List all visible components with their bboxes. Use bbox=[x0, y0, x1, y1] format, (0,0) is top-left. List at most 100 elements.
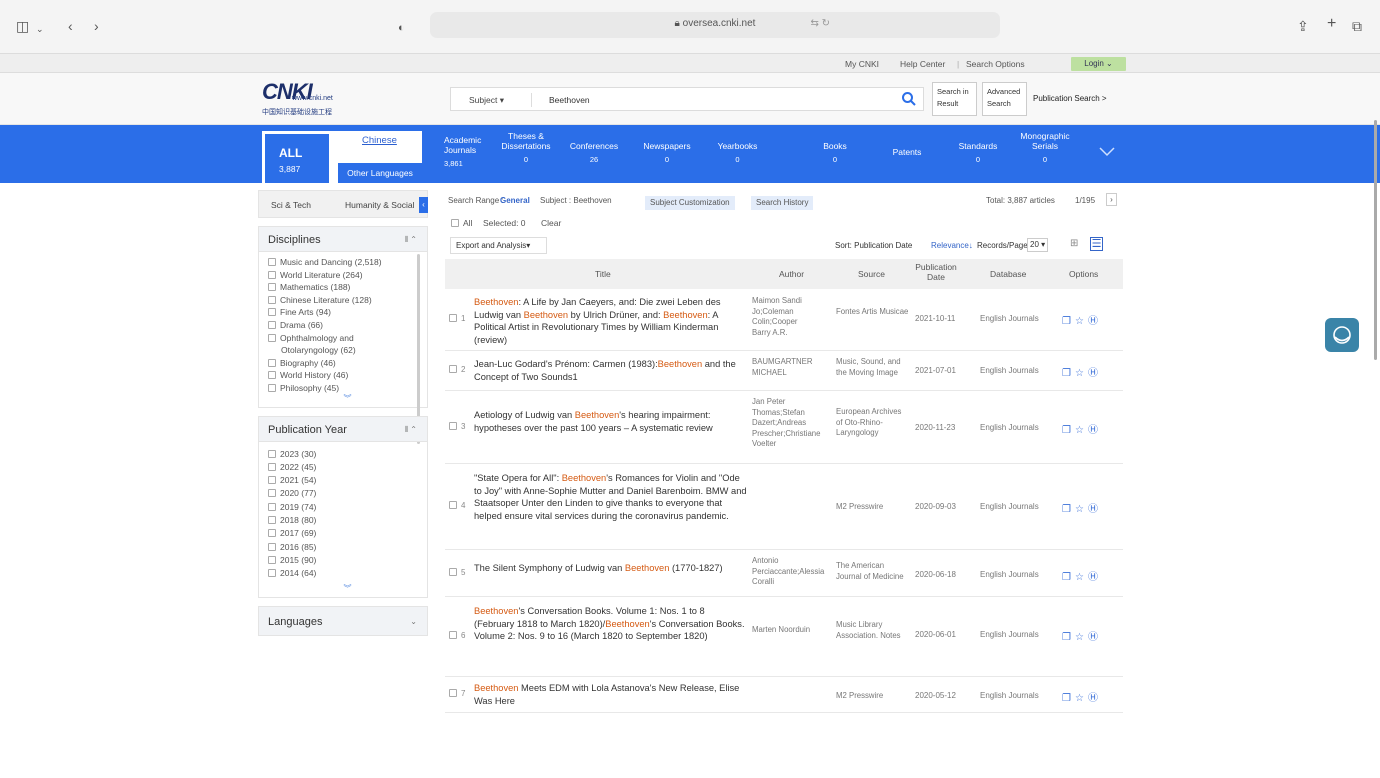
row-select[interactable]: 5 bbox=[449, 567, 465, 577]
grid-view-icon[interactable]: ⊞ bbox=[1070, 238, 1078, 249]
facet-item[interactable]: 2015 (90) bbox=[268, 554, 427, 567]
search-input[interactable]: Beethoven bbox=[549, 95, 590, 105]
show-more-icon[interactable]: ︾ bbox=[268, 394, 427, 405]
search-icon[interactable] bbox=[901, 91, 917, 107]
facet-item[interactable]: 2021 (54) bbox=[268, 474, 427, 487]
checkbox[interactable] bbox=[451, 219, 459, 227]
facet-item[interactable]: Mathematics (188) bbox=[268, 281, 427, 294]
source-link[interactable]: Music, Sound, and the Moving Image bbox=[836, 357, 909, 378]
checkbox[interactable] bbox=[449, 421, 457, 430]
new-tab-icon[interactable]: + bbox=[1327, 15, 1336, 33]
favorite-star-icon[interactable]: ☆ bbox=[1075, 504, 1088, 515]
checkbox[interactable] bbox=[268, 358, 276, 367]
address-bar[interactable]: 🔒︎ oversea.cnki.net ⇆ ↻ bbox=[430, 12, 1000, 38]
checkbox[interactable] bbox=[268, 283, 276, 292]
select-all[interactable]: All bbox=[451, 218, 472, 228]
article-title-link[interactable]: Aetiology of Ludwig van Beethoven's hear… bbox=[474, 409, 747, 434]
facet-item[interactable]: 2016 (85) bbox=[268, 541, 427, 554]
facet-item[interactable]: 2023 (30) bbox=[268, 448, 427, 461]
support-chat-button[interactable] bbox=[1325, 318, 1359, 352]
checkbox[interactable] bbox=[268, 529, 276, 538]
chart-collapse-icon[interactable]: ⫴ ⌃ bbox=[405, 235, 417, 245]
chart-collapse-icon[interactable]: ⫴ ⌃ bbox=[405, 425, 417, 435]
favorite-star-icon[interactable]: ☆ bbox=[1075, 368, 1088, 379]
row-select[interactable]: 2 bbox=[449, 365, 465, 374]
article-title-link[interactable]: Beethoven Meets EDM with Lola Astanova's… bbox=[474, 682, 747, 707]
cite-icon[interactable]: ❐ bbox=[1062, 572, 1075, 583]
page-scrollbar[interactable] bbox=[1374, 120, 1377, 360]
source-link[interactable]: M2 Presswire bbox=[836, 691, 909, 702]
checkbox[interactable] bbox=[268, 371, 276, 380]
sort-by-date[interactable]: Sort: Publication Date bbox=[835, 241, 912, 250]
forward-icon[interactable]: › bbox=[94, 17, 99, 35]
cite-icon[interactable]: ❐ bbox=[1062, 425, 1075, 436]
author-links[interactable]: Antonio Perciaccante;Alessia Coralli bbox=[752, 556, 824, 588]
checkbox[interactable] bbox=[268, 489, 276, 498]
translate-icon[interactable]: ⇆ ↻ bbox=[810, 18, 830, 29]
privacy-shield-icon[interactable]: ◐ bbox=[398, 19, 405, 37]
facet-item-continued[interactable]: Otolaryngology (62) bbox=[268, 344, 427, 357]
checkbox[interactable] bbox=[268, 449, 276, 458]
share-icon[interactable]: ⇪ bbox=[1297, 17, 1309, 35]
cite-icon[interactable]: ❐ bbox=[1062, 693, 1075, 704]
clear-link[interactable]: Clear bbox=[541, 218, 561, 228]
row-select[interactable]: 7 bbox=[449, 689, 465, 698]
author-links[interactable]: Marten Noorduin bbox=[752, 625, 818, 636]
list-view-icon[interactable]: ☰ bbox=[1090, 237, 1103, 251]
back-icon[interactable]: ‹ bbox=[68, 17, 73, 35]
cite-icon[interactable]: ❐ bbox=[1062, 368, 1075, 379]
facet-item[interactable]: World Literature (264) bbox=[268, 269, 427, 282]
facet-item[interactable]: Drama (66) bbox=[268, 319, 427, 332]
chevron-down-icon[interactable]: ⌄ bbox=[410, 617, 417, 626]
facet-item[interactable]: World History (46) bbox=[268, 369, 427, 382]
source-link[interactable]: Music Library Association. Notes bbox=[836, 620, 909, 641]
html-read-icon[interactable]: Ⓗ bbox=[1088, 504, 1102, 515]
facet-item[interactable]: 2014 (64) bbox=[268, 567, 427, 580]
search-field-select[interactable]: Subject ▾ bbox=[469, 95, 504, 106]
help-center-link[interactable]: Help Center bbox=[900, 59, 945, 69]
source-link[interactable]: M2 Presswire bbox=[836, 502, 909, 513]
facet-item[interactable]: Chinese Literature (128) bbox=[268, 294, 427, 307]
facet-item[interactable]: Ophthalmology and bbox=[268, 332, 427, 345]
cnki-logo[interactable]: CNKI www.cnki.net 中国知识基础设施工程 bbox=[262, 79, 392, 119]
cite-icon[interactable]: ❐ bbox=[1062, 632, 1075, 643]
row-select[interactable]: 4 bbox=[449, 501, 465, 510]
tab-humanity-social[interactable]: Humanity & Social bbox=[345, 200, 414, 210]
article-title-link[interactable]: Beethoven's Conversation Books. Volume 1… bbox=[474, 605, 747, 643]
nav-books[interactable]: Books 0 bbox=[815, 141, 855, 165]
article-title-link[interactable]: Jean-Luc Godard's Prénom: Carmen (1983):… bbox=[474, 358, 747, 383]
collapse-sidebar-icon[interactable]: ‹ bbox=[419, 197, 428, 213]
records-per-page-select[interactable]: 20 ▾ bbox=[1027, 238, 1049, 252]
checkbox[interactable] bbox=[449, 689, 457, 697]
nav-theses-dissertations[interactable]: Theses & Dissertations 0 bbox=[495, 131, 557, 165]
checkbox[interactable] bbox=[449, 631, 457, 639]
search-options-link[interactable]: Search Options bbox=[966, 59, 1025, 69]
article-title-link[interactable]: "State Opera for All": Beethoven's Roman… bbox=[474, 472, 747, 522]
search-history-button[interactable]: Search History bbox=[751, 196, 814, 210]
checkbox[interactable] bbox=[268, 258, 276, 266]
tab-all[interactable]: ALL 3,887 bbox=[262, 131, 332, 183]
row-select[interactable]: 1 bbox=[449, 314, 465, 323]
login-button[interactable]: Login ⌄ bbox=[1071, 57, 1126, 71]
facet-item[interactable]: 2019 (74) bbox=[268, 501, 427, 514]
author-links[interactable]: BAUMGARTNER MICHAEL bbox=[752, 357, 818, 378]
favorite-star-icon[interactable]: ☆ bbox=[1075, 693, 1088, 704]
checkbox[interactable] bbox=[449, 567, 457, 576]
disciplines-facet-header[interactable]: Disciplines ⫴ ⌃ bbox=[258, 226, 428, 252]
publication-search-link[interactable]: Publication Search > bbox=[1033, 94, 1107, 103]
checkbox[interactable] bbox=[268, 569, 276, 578]
checkbox[interactable] bbox=[268, 542, 276, 551]
my-cnki-link[interactable]: My CNKI bbox=[845, 59, 879, 69]
source-link[interactable]: The American Journal of Medicine bbox=[836, 561, 909, 582]
facet-item[interactable]: Biography (46) bbox=[268, 357, 427, 370]
languages-facet-header[interactable]: Languages ⌄ bbox=[258, 605, 428, 636]
nav-conferences[interactable]: Conferences 26 bbox=[562, 141, 626, 165]
nav-newspapers[interactable]: Newspapers 0 bbox=[633, 141, 701, 165]
html-read-icon[interactable]: Ⓗ bbox=[1088, 632, 1102, 643]
facet-item[interactable]: 2020 (77) bbox=[268, 487, 427, 500]
nav-standards[interactable]: Standards 0 bbox=[948, 141, 1008, 165]
author-links[interactable]: Jan Peter Thomas;Stefan Dazert;Andreas P… bbox=[752, 397, 820, 450]
nav-yearbooks[interactable]: Yearbooks 0 bbox=[710, 141, 765, 165]
html-read-icon[interactable]: Ⓗ bbox=[1088, 693, 1102, 704]
tabs-overview-icon[interactable]: ⧉ bbox=[1352, 17, 1362, 35]
